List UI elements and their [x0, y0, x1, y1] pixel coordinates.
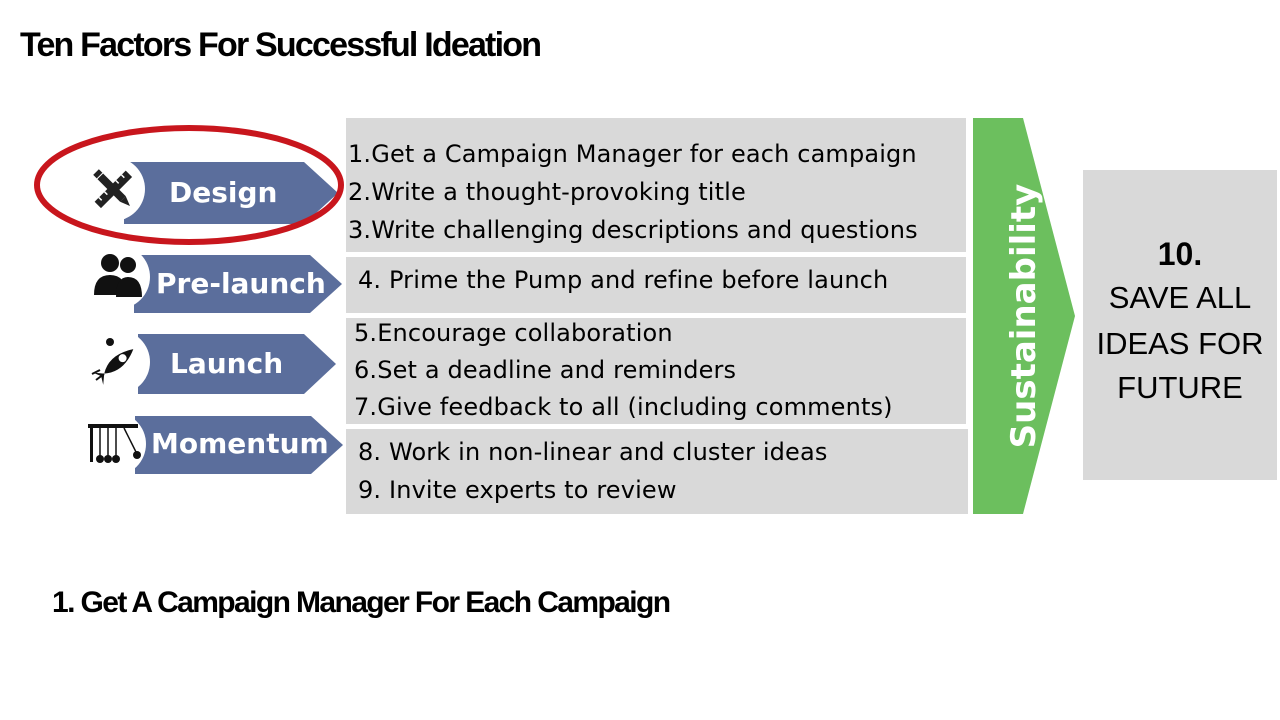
prelaunch-factors-box: 4. Prime the Pump and refine before laun…: [346, 257, 966, 313]
factor-4: 4. Prime the Pump and refine before laun…: [358, 266, 889, 294]
rocket-icon: [86, 330, 150, 394]
page-title: Ten Factors For Successful Ideation: [20, 26, 542, 64]
team-icon: [86, 245, 150, 309]
stage-prelaunch: Pre-launch: [134, 255, 342, 313]
stage-momentum: Momentum: [135, 416, 343, 474]
stage-launch: Launch: [138, 334, 336, 394]
factor-7: 7.Give feedback to all (including commen…: [354, 393, 893, 421]
final-factor-line: IDEAS FOR: [1096, 326, 1264, 361]
factor-9: 9. Invite experts to review: [358, 476, 677, 504]
launch-factors-box: 5.Encourage collaboration 6.Set a deadli…: [346, 318, 966, 424]
factor-8: 8. Work in non-linear and cluster ideas: [358, 438, 828, 466]
momentum-factors-box: 8. Work in non-linear and cluster ideas …: [346, 429, 968, 514]
slide-subtitle: 1. Get A Campaign Manager For Each Campa…: [52, 586, 671, 619]
sustainability-label: Sustainability: [1004, 183, 1044, 449]
newtons-cradle-icon: [82, 412, 146, 476]
stage-launch-label: Launch: [170, 347, 284, 380]
final-factor-number: 10.: [1157, 236, 1203, 272]
final-factor-line: SAVE ALL: [1108, 280, 1252, 315]
final-factor-line: FUTURE: [1117, 370, 1243, 405]
factor-1: 1.Get a Campaign Manager for each campai…: [348, 140, 917, 168]
design-factors-box: 1.Get a Campaign Manager for each campai…: [346, 118, 966, 252]
stage-prelaunch-label: Pre-launch: [156, 267, 326, 300]
factor-2: 2.Write a thought-provoking title: [348, 178, 746, 206]
factor-5: 5.Encourage collaboration: [354, 319, 673, 347]
highlight-ring: [34, 125, 344, 245]
factor-6: 6.Set a deadline and reminders: [354, 356, 737, 384]
final-factor-box: 10. SAVE ALL IDEAS FOR FUTURE: [1083, 170, 1277, 480]
factor-3: 3.Write challenging descriptions and que…: [348, 216, 918, 244]
stage-momentum-label: Momentum: [151, 427, 329, 460]
